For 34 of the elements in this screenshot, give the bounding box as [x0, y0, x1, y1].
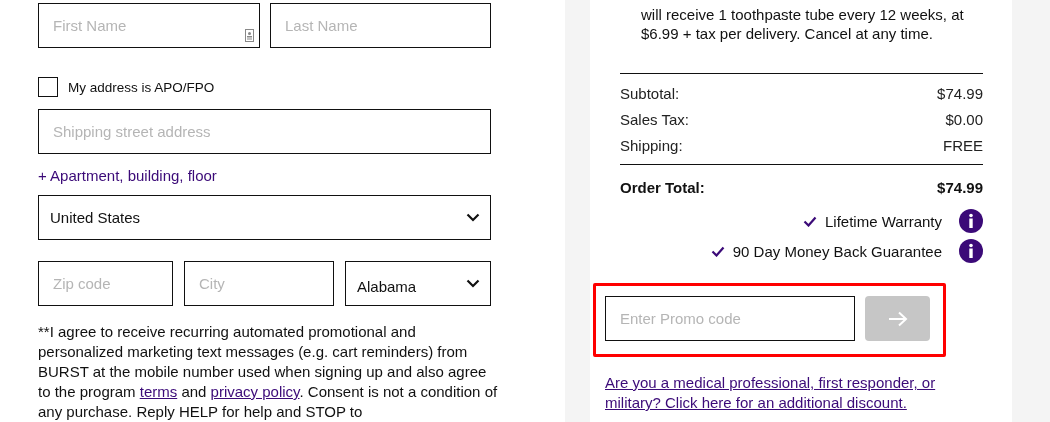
summary-label: Subtotal: — [620, 84, 680, 102]
subscription-note: will receive 1 toothpaste tube every 12 weeks, at $6.99 + tax per delivery. Cancel at any time. — [641, 5, 965, 43]
terms-link[interactable]: terms — [139, 383, 178, 400]
arrow-right-icon — [887, 310, 908, 327]
checkmark-icon — [710, 245, 725, 257]
country-select[interactable]: United States — [38, 195, 491, 240]
checkmark-icon — [803, 215, 817, 227]
discount-link[interactable]: Are you a medical professional, first responder, or military? Click here for an additional discount. — [605, 373, 955, 413]
street-address-field[interactable]: Shipping street address — [38, 109, 491, 154]
consent-text: **I agree to receive recurring automated promotional and personalized marketing text messages (e.g. cart reminders) from BURST at the mobile number used when signing up and also agree to the program terms and privacy policy. Consent is not a condition of any purchase. Reply HELP for help and STOP to — [38, 322, 498, 422]
summary-label: Sales Tax: — [620, 110, 689, 128]
guarantee-text: 90 Day Money Back Guarantee — [732, 242, 942, 260]
checkbox-label: My address is APO/FPO — [68, 79, 215, 95]
contact-card-icon — [245, 29, 254, 42]
chevron-down-icon — [466, 279, 480, 288]
info-icon[interactable] — [959, 239, 983, 263]
chevron-down-icon — [466, 213, 480, 222]
summary-value: $0.00 — [945, 110, 983, 128]
summary-label: Shipping: — [620, 136, 683, 154]
last-name-field[interactable]: Last Name — [270, 3, 491, 48]
first-name-field[interactable]: First Name — [38, 3, 260, 48]
apartment-link[interactable]: + Apartment, building, floor — [38, 167, 217, 184]
guarantee-text: Lifetime Warranty — [825, 212, 942, 230]
state-select[interactable]: Alabama — [345, 261, 491, 306]
city-field[interactable]: City — [184, 261, 334, 306]
summary-value: FREE — [943, 136, 983, 154]
privacy-policy-link[interactable]: privacy policy — [210, 383, 300, 400]
promo-code-field[interactable]: Enter Promo code — [605, 296, 855, 341]
zip-code-field[interactable]: Zip code — [38, 261, 173, 306]
summary-value: $74.99 — [937, 84, 983, 102]
info-icon[interactable] — [959, 209, 983, 233]
checkbox[interactable] — [38, 77, 58, 97]
total-label: Order Total: — [620, 178, 705, 196]
total-value: $74.99 — [937, 178, 983, 196]
